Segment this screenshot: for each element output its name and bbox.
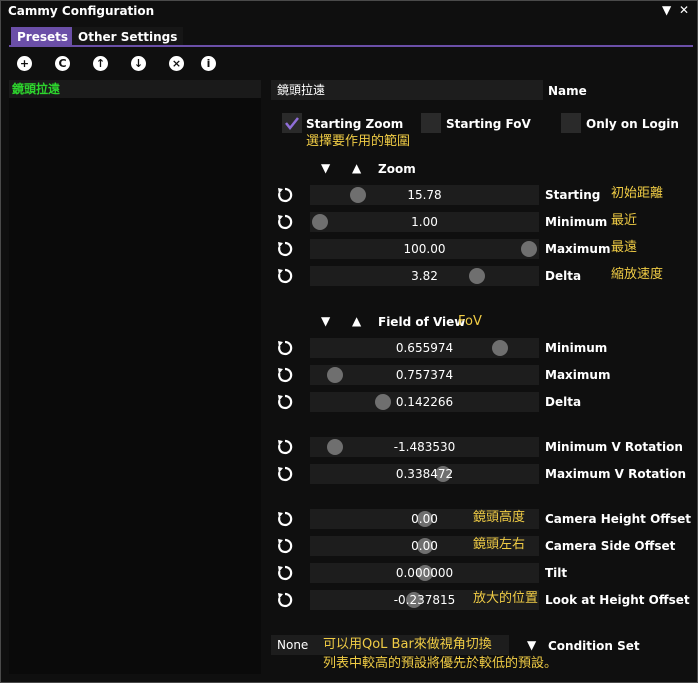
reset-icon[interactable]: [276, 240, 294, 258]
slider-value: 15.78: [407, 188, 442, 202]
reset-icon[interactable]: [276, 366, 294, 384]
slider[interactable]: 100.00: [310, 239, 539, 259]
slider[interactable]: 0.655974: [310, 338, 539, 358]
slider-value: 0.338472: [395, 467, 454, 481]
preset-list-item[interactable]: 鏡頭拉遠: [9, 80, 261, 98]
reset-icon[interactable]: [276, 465, 294, 483]
slider-value: 0.142266: [395, 395, 454, 409]
reset-icon[interactable]: [276, 267, 294, 285]
only-on-login-checkbox[interactable]: [561, 113, 581, 133]
slider-label: Look at Height Offset: [545, 593, 690, 607]
reset-icon[interactable]: [276, 339, 294, 357]
zoom-header: Zoom: [378, 162, 416, 176]
slider[interactable]: -1.483530: [310, 437, 539, 457]
slider-note: 最遠: [611, 240, 638, 255]
fov-note: FoV: [458, 314, 482, 329]
slider-value: 0.757374: [395, 368, 454, 382]
reset-icon[interactable]: [276, 510, 294, 528]
starting-zoom-label: Starting Zoom: [306, 117, 404, 131]
starting-zoom-checkbox[interactable]: [282, 113, 302, 133]
scope-note: 選擇要作用的範圍: [306, 134, 411, 149]
expand-arrow-icon[interactable]: ▲: [352, 314, 361, 328]
checkmark-icon: [285, 117, 299, 131]
name-input[interactable]: 鏡頭拉遠: [271, 80, 543, 100]
title-bar[interactable]: Cammy Configuration ▼ ✕: [1, 1, 697, 23]
slider-value: 0.000000: [395, 566, 454, 580]
preset-list: [9, 80, 261, 674]
slider-label: Camera Height Offset: [545, 512, 692, 526]
slider-note: 初始距離: [611, 186, 664, 201]
slider-value: 0.655974: [395, 341, 454, 355]
slider-value: 100.00: [403, 242, 446, 256]
slider-note: 最近: [611, 213, 638, 228]
tab-presets[interactable]: Presets: [11, 27, 75, 46]
slider[interactable]: 15.78: [310, 185, 539, 205]
collapse-arrow-icon[interactable]: ▼: [321, 161, 330, 175]
arrow-up-icon[interactable]: ↑: [93, 56, 108, 71]
slider[interactable]: 0.000000: [310, 563, 539, 583]
reset-icon[interactable]: [276, 564, 294, 582]
tab-underline: [9, 45, 693, 47]
slider-label: Starting: [545, 188, 601, 202]
slider-value: -1.483530: [393, 440, 456, 454]
collapse-arrow-icon[interactable]: ▼: [321, 314, 330, 328]
reset-icon[interactable]: [276, 213, 294, 231]
dropdown-arrow-icon[interactable]: ▼: [527, 638, 536, 652]
slider[interactable]: 3.82: [310, 266, 539, 286]
condition-note-line2: 列表中較高的預設將優先於較低的預設。: [323, 656, 558, 671]
only-on-login-label: Only on Login: [586, 117, 679, 131]
slider[interactable]: 0.142266: [310, 392, 539, 412]
slider-label: Camera Side Offset: [545, 539, 676, 553]
starting-fov-checkbox[interactable]: [421, 113, 441, 133]
slider-note: 鏡頭高度: [473, 510, 526, 525]
window-title: Cammy Configuration: [8, 4, 155, 18]
delete-icon[interactable]: ×: [169, 56, 184, 71]
slider-label: Minimum: [545, 215, 608, 229]
slider-label: Minimum: [545, 341, 608, 355]
reset-icon[interactable]: [276, 537, 294, 555]
slider-note: 縮放速度: [611, 267, 664, 282]
slider-label: Delta: [545, 395, 582, 409]
expand-arrow-icon[interactable]: ▲: [352, 161, 361, 175]
reset-icon[interactable]: [276, 393, 294, 411]
reset-icon[interactable]: [276, 591, 294, 609]
slider-note: 鏡頭左右: [473, 537, 526, 552]
info-icon[interactable]: i: [201, 56, 216, 71]
slider-label: Maximum: [545, 242, 611, 256]
slider[interactable]: 1.00: [310, 212, 539, 232]
collapse-icon[interactable]: ▼: [662, 3, 671, 17]
slider[interactable]: 0.757374: [310, 365, 539, 385]
close-icon[interactable]: ✕: [679, 3, 689, 17]
reset-icon[interactable]: [276, 438, 294, 456]
copy-icon[interactable]: C: [55, 56, 70, 71]
plus-icon[interactable]: +: [17, 56, 32, 71]
condition-note-line1: 可以用QoL Bar來做視角切換: [323, 637, 492, 652]
name-label: Name: [548, 84, 587, 98]
condition-set-label: Condition Set: [548, 639, 640, 653]
slider-value: 1.00: [411, 215, 438, 229]
reset-icon[interactable]: [276, 186, 294, 204]
slider-label: Tilt: [545, 566, 568, 580]
window: Cammy Configuration ▼ ✕ Presets Other Se…: [0, 0, 698, 683]
slider-label: Maximum: [545, 368, 611, 382]
slider-label: Minimum V Rotation: [545, 440, 683, 454]
slider[interactable]: 0.338472: [310, 464, 539, 484]
fov-header: Field of View: [378, 315, 466, 329]
slider-note: 放大的位置: [473, 591, 539, 606]
slider-label: Maximum V Rotation: [545, 467, 687, 481]
starting-fov-label: Starting FoV: [446, 117, 531, 131]
arrow-down-icon[interactable]: ↓: [131, 56, 146, 71]
slider-label: Delta: [545, 269, 582, 283]
tab-other-settings[interactable]: Other Settings: [72, 27, 184, 46]
slider-value: 3.82: [411, 269, 438, 283]
